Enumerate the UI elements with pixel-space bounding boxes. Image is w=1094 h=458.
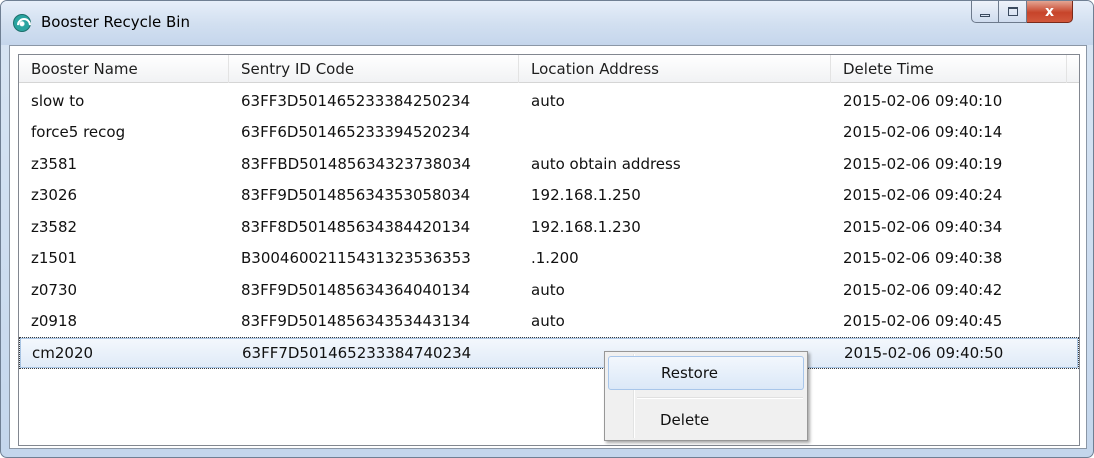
table-row-selected[interactable]: cm2020 63FF7D501465233384740234 2015-02-…	[19, 337, 1079, 369]
table-row[interactable]: z3582 83FF8D501485634384420134 192.168.1…	[19, 211, 1079, 243]
maximize-icon	[1007, 7, 1018, 16]
table-row[interactable]: z0730 83FF9D501485634364040134 auto 2015…	[19, 274, 1079, 306]
cell-delete-time: 2015-02-06 09:40:45	[843, 312, 1003, 331]
column-header-sentry-id[interactable]: Sentry ID Code	[229, 55, 519, 83]
title-bar[interactable]: Booster Recycle Bin x	[1, 1, 1093, 45]
column-header-location[interactable]: Location Address	[519, 55, 831, 83]
cell-booster-name: z3581	[31, 154, 78, 173]
cell-delete-time: 2015-02-06 09:40:50	[844, 343, 1004, 362]
cell-delete-time: 2015-02-06 09:40:14	[843, 123, 1003, 142]
cell-location: auto	[531, 91, 565, 110]
delete-menu-item[interactable]: Delete	[608, 403, 804, 437]
cell-delete-time: 2015-02-06 09:40:38	[843, 249, 1003, 268]
close-button[interactable]: x	[1027, 1, 1073, 23]
table-row[interactable]: slow to 63FF3D501465233384250234 auto 20…	[19, 85, 1079, 117]
cell-sentry-id: 83FF8D501485634384420134	[241, 217, 471, 236]
restore-menu-item[interactable]: Restore	[608, 356, 804, 390]
cell-booster-name: slow to	[31, 91, 85, 110]
cell-sentry-id: 83FFBD501485634323738034	[241, 154, 471, 173]
list-rows: slow to 63FF3D501465233384250234 auto 20…	[19, 85, 1079, 369]
column-header-delete-time[interactable]: Delete Time	[831, 55, 1067, 83]
column-header-booster-name[interactable]: Booster Name	[19, 55, 229, 83]
row-context-menu: Restore Delete	[604, 351, 808, 441]
close-icon: x	[1044, 3, 1055, 20]
table-row[interactable]: force5 recog 63FF6D501465233394520234 20…	[19, 117, 1079, 149]
cell-sentry-id: 63FF7D501465233384740234	[242, 343, 472, 362]
cell-location: 192.168.1.250	[531, 186, 641, 205]
cell-location: auto	[531, 312, 565, 331]
table-row[interactable]: z1501 B30046002115431323536353 .1.200 20…	[19, 243, 1079, 275]
caption-buttons: x	[971, 1, 1073, 23]
cell-delete-time: 2015-02-06 09:40:34	[843, 217, 1003, 236]
window-title: Booster Recycle Bin	[41, 13, 190, 31]
cell-delete-time: 2015-02-06 09:40:19	[843, 154, 1003, 173]
cell-delete-time: 2015-02-06 09:40:24	[843, 186, 1003, 205]
cell-sentry-id: B30046002115431323536353	[241, 249, 471, 268]
cell-delete-time: 2015-02-06 09:40:42	[843, 280, 1003, 299]
cell-sentry-id: 83FF9D501485634353443134	[241, 312, 471, 331]
cell-sentry-id: 83FF9D501485634353058034	[241, 186, 471, 205]
list-header: Booster Name Sentry ID Code Location Add…	[19, 55, 1079, 83]
recycle-bin-window: Booster Recycle Bin x Booster Name Sentr…	[0, 0, 1094, 458]
maximize-button[interactable]	[999, 1, 1027, 23]
wifi-booster-icon	[13, 14, 31, 32]
table-row[interactable]: z3581 83FFBD501485634323738034 auto obta…	[19, 148, 1079, 180]
cell-location: auto	[531, 280, 565, 299]
minimize-icon	[980, 13, 990, 17]
table-row[interactable]: z3026 83FF9D501485634353058034 192.168.1…	[19, 180, 1079, 212]
minimize-button[interactable]	[971, 1, 999, 23]
cell-location: 192.168.1.230	[531, 217, 641, 236]
table-row[interactable]: z0918 83FF9D501485634353443134 auto 2015…	[19, 306, 1079, 338]
cell-booster-name: z3582	[31, 217, 78, 236]
cell-location: auto obtain address	[531, 154, 681, 173]
cell-booster-name: z1501	[31, 249, 78, 268]
booster-list[interactable]: Booster Name Sentry ID Code Location Add…	[18, 54, 1080, 446]
cell-sentry-id: 63FF6D501465233394520234	[241, 123, 471, 142]
cell-sentry-id: 83FF9D501485634364040134	[241, 280, 471, 299]
cell-booster-name: z0918	[31, 312, 78, 331]
cell-sentry-id: 63FF3D501465233384250234	[241, 91, 471, 110]
window-client-area: Booster Name Sentry ID Code Location Add…	[9, 45, 1087, 449]
cell-booster-name: z0730	[31, 280, 78, 299]
cell-booster-name: force5 recog	[31, 123, 126, 142]
cell-booster-name: z3026	[31, 186, 78, 205]
cell-delete-time: 2015-02-06 09:40:10	[843, 91, 1003, 110]
cell-booster-name: cm2020	[32, 343, 94, 362]
menu-separator	[637, 397, 803, 399]
cell-location: .1.200	[531, 249, 579, 268]
